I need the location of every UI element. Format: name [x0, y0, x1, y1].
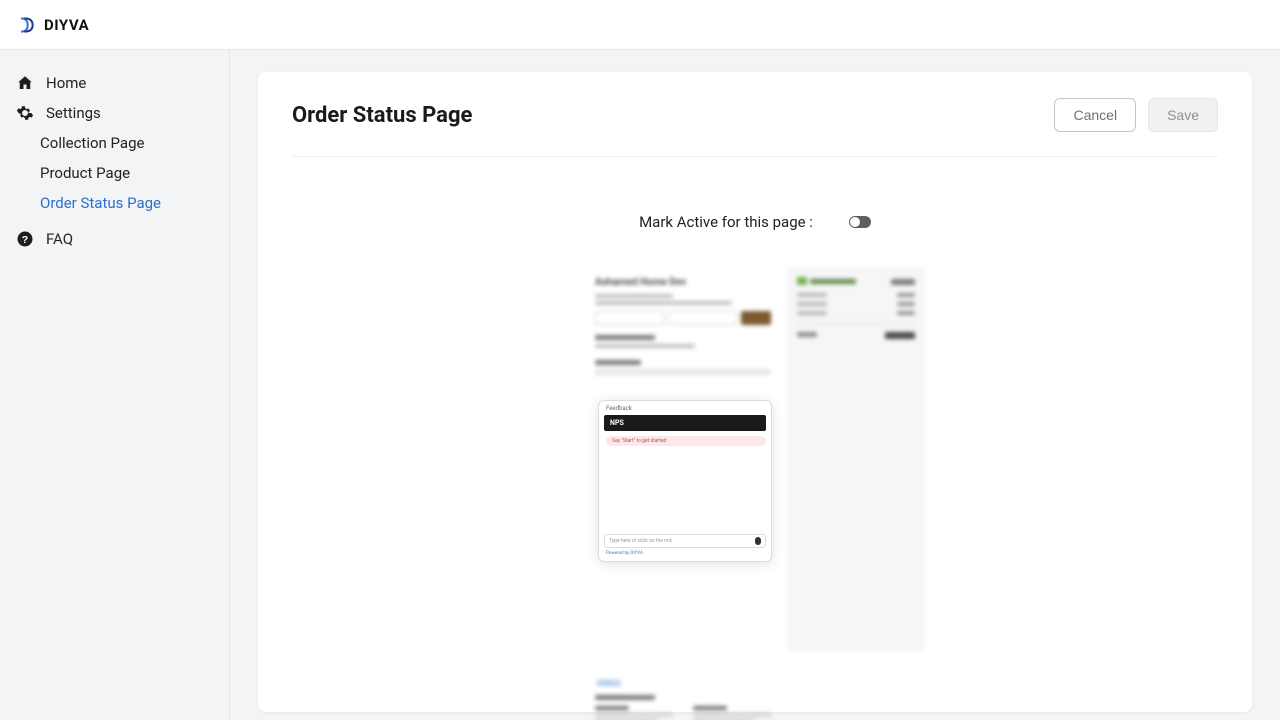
preview-customer-info — [595, 695, 771, 720]
order-status-preview: Ashamed Home Dev — [585, 267, 925, 651]
help-icon: ? — [16, 230, 34, 248]
sidebar: Home Settings Collection Page Product Pa… — [0, 50, 230, 720]
nps-header: NPS — [604, 415, 766, 431]
active-toggle-row: Mark Active for this page : — [292, 213, 1218, 231]
sidebar-sub-order-status-page[interactable]: Order Status Page — [0, 188, 229, 218]
brand: DIYVA — [16, 15, 89, 35]
brand-logo-icon — [16, 15, 36, 35]
brand-name: DIYVA — [44, 16, 89, 34]
preview-container: Ashamed Home Dev — [292, 267, 1218, 651]
preview-link: contact us — [597, 679, 620, 685]
settings-card: Order Status Page Cancel Save Mark Activ… — [258, 72, 1252, 712]
gear-icon — [16, 104, 34, 122]
topbar: DIYVA — [0, 0, 1280, 50]
save-button[interactable]: Save — [1148, 98, 1218, 132]
feedback-input-placeholder: Type here or click on the mic — [609, 538, 751, 544]
preview-main-column: Ashamed Home Dev — [585, 267, 781, 651]
active-toggle[interactable] — [849, 216, 871, 228]
feedback-input-row[interactable]: Type here or click on the mic — [604, 534, 766, 548]
sidebar-item-label: Settings — [46, 104, 101, 122]
feedback-pill: Say "Start" to get started — [606, 436, 766, 446]
sidebar-sub-product-page[interactable]: Product Page — [0, 158, 229, 188]
feedback-body — [604, 446, 766, 534]
card-header: Order Status Page Cancel Save — [292, 98, 1218, 157]
page-title: Order Status Page — [292, 103, 472, 128]
preview-order-summary — [787, 267, 925, 651]
toggle-label: Mark Active for this page : — [639, 213, 813, 231]
sidebar-item-label: Home — [46, 74, 86, 92]
sidebar-item-faq[interactable]: ? FAQ — [0, 224, 229, 254]
preview-blurred-content: Ashamed Home Dev — [585, 277, 781, 375]
mic-icon[interactable] — [755, 537, 761, 545]
sidebar-sub-collection-page[interactable]: Collection Page — [0, 128, 229, 158]
toggle-knob — [850, 217, 860, 227]
preview-store-name: Ashamed Home Dev — [595, 277, 781, 288]
sidebar-item-home[interactable]: Home — [0, 68, 229, 98]
sidebar-item-settings[interactable]: Settings — [0, 98, 229, 128]
cancel-button[interactable]: Cancel — [1054, 98, 1136, 132]
home-icon — [16, 74, 34, 92]
main-content: Order Status Page Cancel Save Mark Activ… — [230, 50, 1280, 720]
sidebar-item-label: FAQ — [46, 230, 73, 248]
feedback-widget: Feedback NPS Say "Start" to get started … — [598, 400, 772, 562]
feedback-label: Feedback — [604, 405, 766, 412]
svg-text:?: ? — [22, 234, 28, 246]
action-buttons: Cancel Save — [1054, 98, 1218, 132]
powered-by: Powered by DIYVA — [604, 551, 766, 556]
